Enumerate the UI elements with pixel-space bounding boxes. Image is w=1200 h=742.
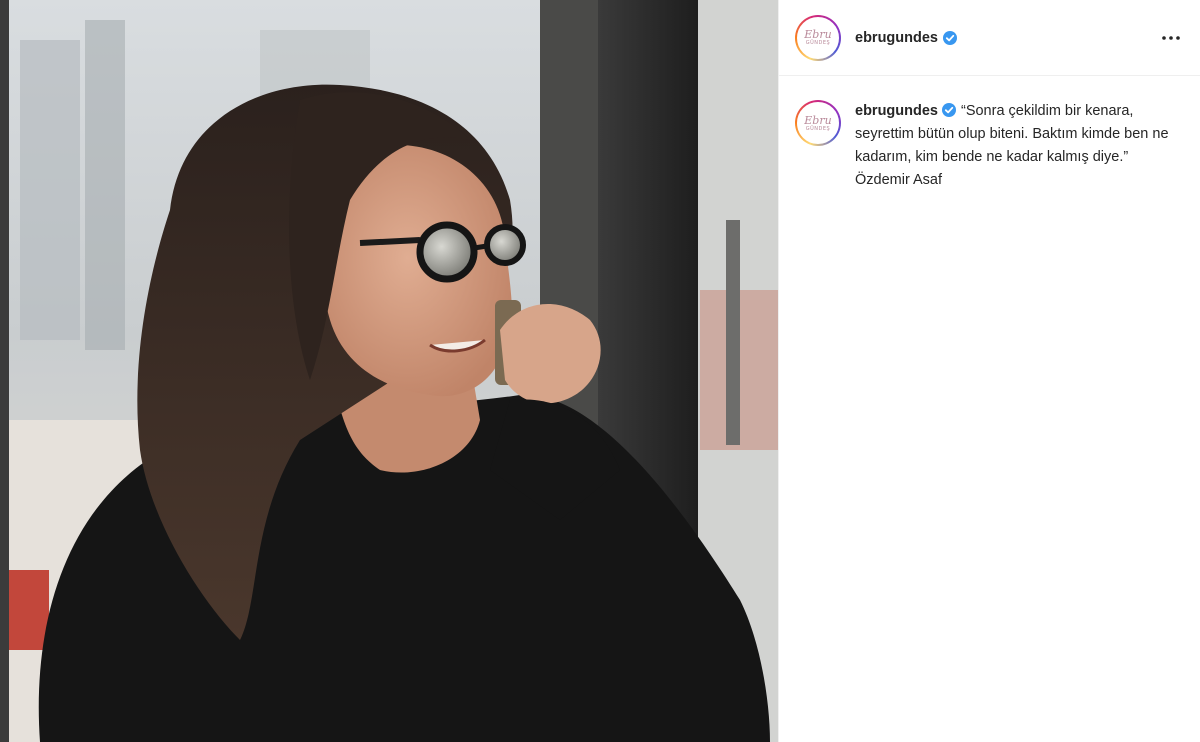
author-avatar[interactable]: Ebru GÜNDEŞ: [795, 14, 841, 61]
caption-comment: Ebru GÜNDEŞ ebrugundes “Sonra çekildim b…: [779, 76, 1200, 192]
author-username[interactable]: ebrugundes: [855, 30, 938, 46]
verified-badge-icon: [942, 30, 957, 45]
avatar-logo: Ebru GÜNDEŞ: [797, 16, 839, 59]
verified-badge-icon: [941, 103, 956, 117]
avatar-logo-script: Ebru: [804, 113, 832, 127]
avatar-logo-sub: GÜNDEŞ: [805, 125, 831, 132]
avatar-logo-sub: GÜNDEŞ: [805, 40, 831, 46]
post-header: Ebru GÜNDEŞ ebrugundes: [779, 0, 1200, 76]
avatar-logo: Ebru GÜNDEŞ: [797, 102, 839, 144]
avatar-logo-script: Ebru: [804, 28, 832, 41]
caption-author-avatar[interactable]: Ebru GÜNDEŞ: [795, 100, 841, 146]
caption-username[interactable]: ebrugundes: [855, 103, 938, 119]
post-photo-image: [0, 0, 778, 742]
instagram-post: Ebru GÜNDEŞ ebrugundes Ebru GÜNDEŞ ebrug…: [0, 0, 1200, 742]
caption-body: ebrugundes “Sonra çekildim bir kenara, s…: [855, 100, 1175, 192]
post-photo[interactable]: [0, 0, 778, 742]
post-side-panel: Ebru GÜNDEŞ ebrugundes Ebru GÜNDEŞ ebrug…: [778, 0, 1200, 742]
more-options-icon[interactable]: [1156, 26, 1186, 50]
